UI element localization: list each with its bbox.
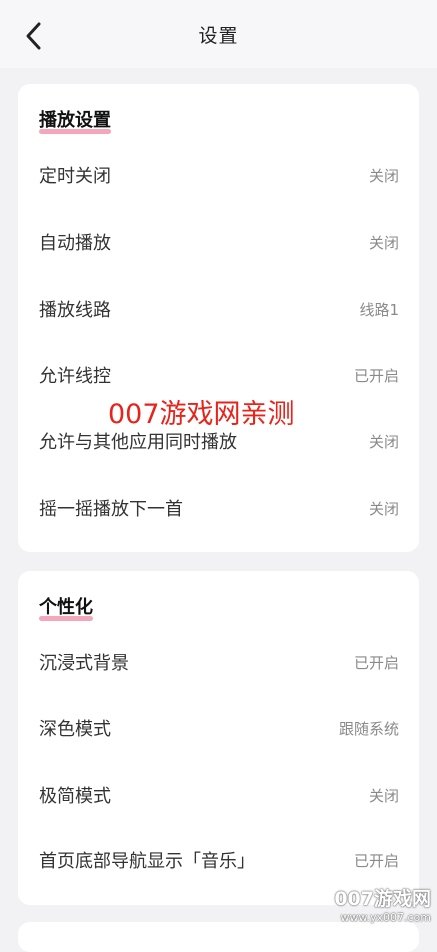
setting-label: 深色模式 (39, 715, 111, 741)
setting-value: 已开启 (354, 652, 399, 673)
setting-row-immersive-background[interactable]: 沉浸式背景 已开启 (18, 634, 419, 690)
header-bar: 设置 (0, 0, 437, 68)
setting-label: 定时关闭 (39, 162, 111, 188)
next-settings-card (18, 922, 419, 952)
setting-label: 极简模式 (39, 782, 111, 808)
section-title-personalization: 个性化 (39, 593, 93, 619)
corner-watermark-url: www.yx007.com (334, 911, 431, 924)
setting-row-dark-mode[interactable]: 深色模式 跟随系统 (18, 700, 419, 756)
setting-row-home-nav-music[interactable]: 首页底部导航显示「音乐」 已开启 (18, 832, 419, 888)
setting-value: 关闭 (369, 785, 399, 806)
personalization-card: 个性化 沉浸式背景 已开启 深色模式 跟随系统 极简模式 关闭 首页底部导航显示… (18, 571, 419, 905)
setting-label: 自动播放 (39, 229, 111, 255)
setting-value: 关闭 (369, 165, 399, 186)
setting-label: 首页底部导航显示「音乐」 (39, 847, 255, 873)
setting-value: 关闭 (369, 498, 399, 519)
setting-value: 关闭 (369, 431, 399, 452)
setting-label: 播放线路 (39, 296, 111, 322)
section-title-playback: 播放设置 (39, 106, 111, 132)
setting-row-minimal-mode[interactable]: 极简模式 关闭 (18, 767, 419, 823)
setting-value: 已开启 (354, 365, 399, 386)
corner-watermark-title: 007游戏网 (334, 884, 431, 911)
setting-label: 允许与其他应用同时播放 (39, 428, 237, 454)
setting-row-autoplay[interactable]: 自动播放 关闭 (18, 214, 419, 270)
setting-row-shake-next[interactable]: 摇一摇播放下一首 关闭 (18, 480, 419, 536)
watermark-text: 007游戏网亲测 (108, 392, 295, 431)
setting-row-timer-close[interactable]: 定时关闭 关闭 (18, 147, 419, 203)
setting-value: 关闭 (369, 232, 399, 253)
setting-label: 允许线控 (39, 362, 111, 388)
back-button[interactable] (14, 16, 54, 56)
setting-value: 已开启 (354, 850, 399, 871)
setting-value: 跟随系统 (339, 718, 399, 739)
setting-label: 沉浸式背景 (39, 649, 129, 675)
setting-label: 摇一摇播放下一首 (39, 495, 183, 521)
setting-row-playback-route[interactable]: 播放线路 线路1 (18, 281, 419, 337)
corner-watermark: 007游戏网 www.yx007.com (334, 884, 431, 924)
page-title: 设置 (198, 21, 238, 48)
setting-value: 线路1 (359, 299, 399, 320)
playback-settings-card: 播放设置 定时关闭 关闭 自动播放 关闭 播放线路 线路1 允许线控 已开启 允… (18, 84, 419, 552)
chevron-left-icon (23, 21, 45, 51)
